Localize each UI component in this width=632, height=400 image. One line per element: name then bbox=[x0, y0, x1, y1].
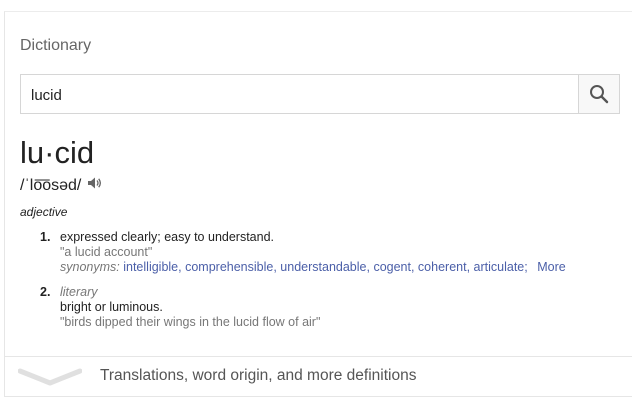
speaker-icon bbox=[88, 177, 102, 189]
definition-item: 1. expressed clearly; easy to understand… bbox=[40, 230, 620, 275]
definition-number: 1. bbox=[40, 230, 51, 244]
definition-item: 2. literary bright or luminous. "birds d… bbox=[40, 285, 620, 330]
more-synonyms-link[interactable]: More bbox=[537, 260, 565, 274]
synonyms-label: synonyms: bbox=[60, 260, 120, 274]
pronunciation-row: /ˈlo͞osəd/ bbox=[20, 175, 103, 196]
definition-register: literary bbox=[60, 285, 98, 299]
pronunciation: /ˈlo͞osəd/ bbox=[20, 176, 82, 194]
definition-example: "a lucid account" bbox=[60, 245, 153, 259]
synonym-link[interactable]: understandable bbox=[280, 260, 366, 274]
search-input[interactable] bbox=[29, 82, 573, 108]
chevron-down-icon bbox=[18, 368, 82, 386]
synonym-link[interactable]: cogent bbox=[373, 260, 411, 274]
search-box bbox=[20, 74, 620, 114]
synonym-link[interactable]: coherent bbox=[418, 260, 467, 274]
audio-button[interactable] bbox=[87, 175, 103, 196]
card-title: Dictionary bbox=[20, 37, 92, 54]
search-icon bbox=[590, 85, 609, 104]
synonym-link[interactable]: comprehensible bbox=[185, 260, 273, 274]
headword: lu·cid bbox=[20, 135, 95, 170]
synonyms-row: synonyms: intelligible, comprehensible, … bbox=[60, 260, 566, 274]
definition-number: 2. bbox=[40, 285, 51, 299]
definition-text: expressed clearly; easy to understand. bbox=[60, 230, 275, 244]
definition-example: "birds dipped their wings in the lucid f… bbox=[60, 315, 321, 329]
definition-text: bright or luminous. bbox=[60, 300, 163, 314]
search-button[interactable] bbox=[578, 75, 619, 113]
more-definitions-toggle[interactable]: Translations, word origin, and more defi… bbox=[18, 366, 416, 386]
part-of-speech: adjective bbox=[20, 205, 68, 219]
synonym-link[interactable]: intelligible bbox=[123, 260, 178, 274]
more-definitions-label: Translations, word origin, and more defi… bbox=[100, 367, 417, 384]
footer-divider bbox=[4, 356, 632, 357]
definitions-list: 1. expressed clearly; easy to understand… bbox=[40, 230, 620, 340]
synonym-link[interactable]: articulate bbox=[474, 260, 525, 274]
